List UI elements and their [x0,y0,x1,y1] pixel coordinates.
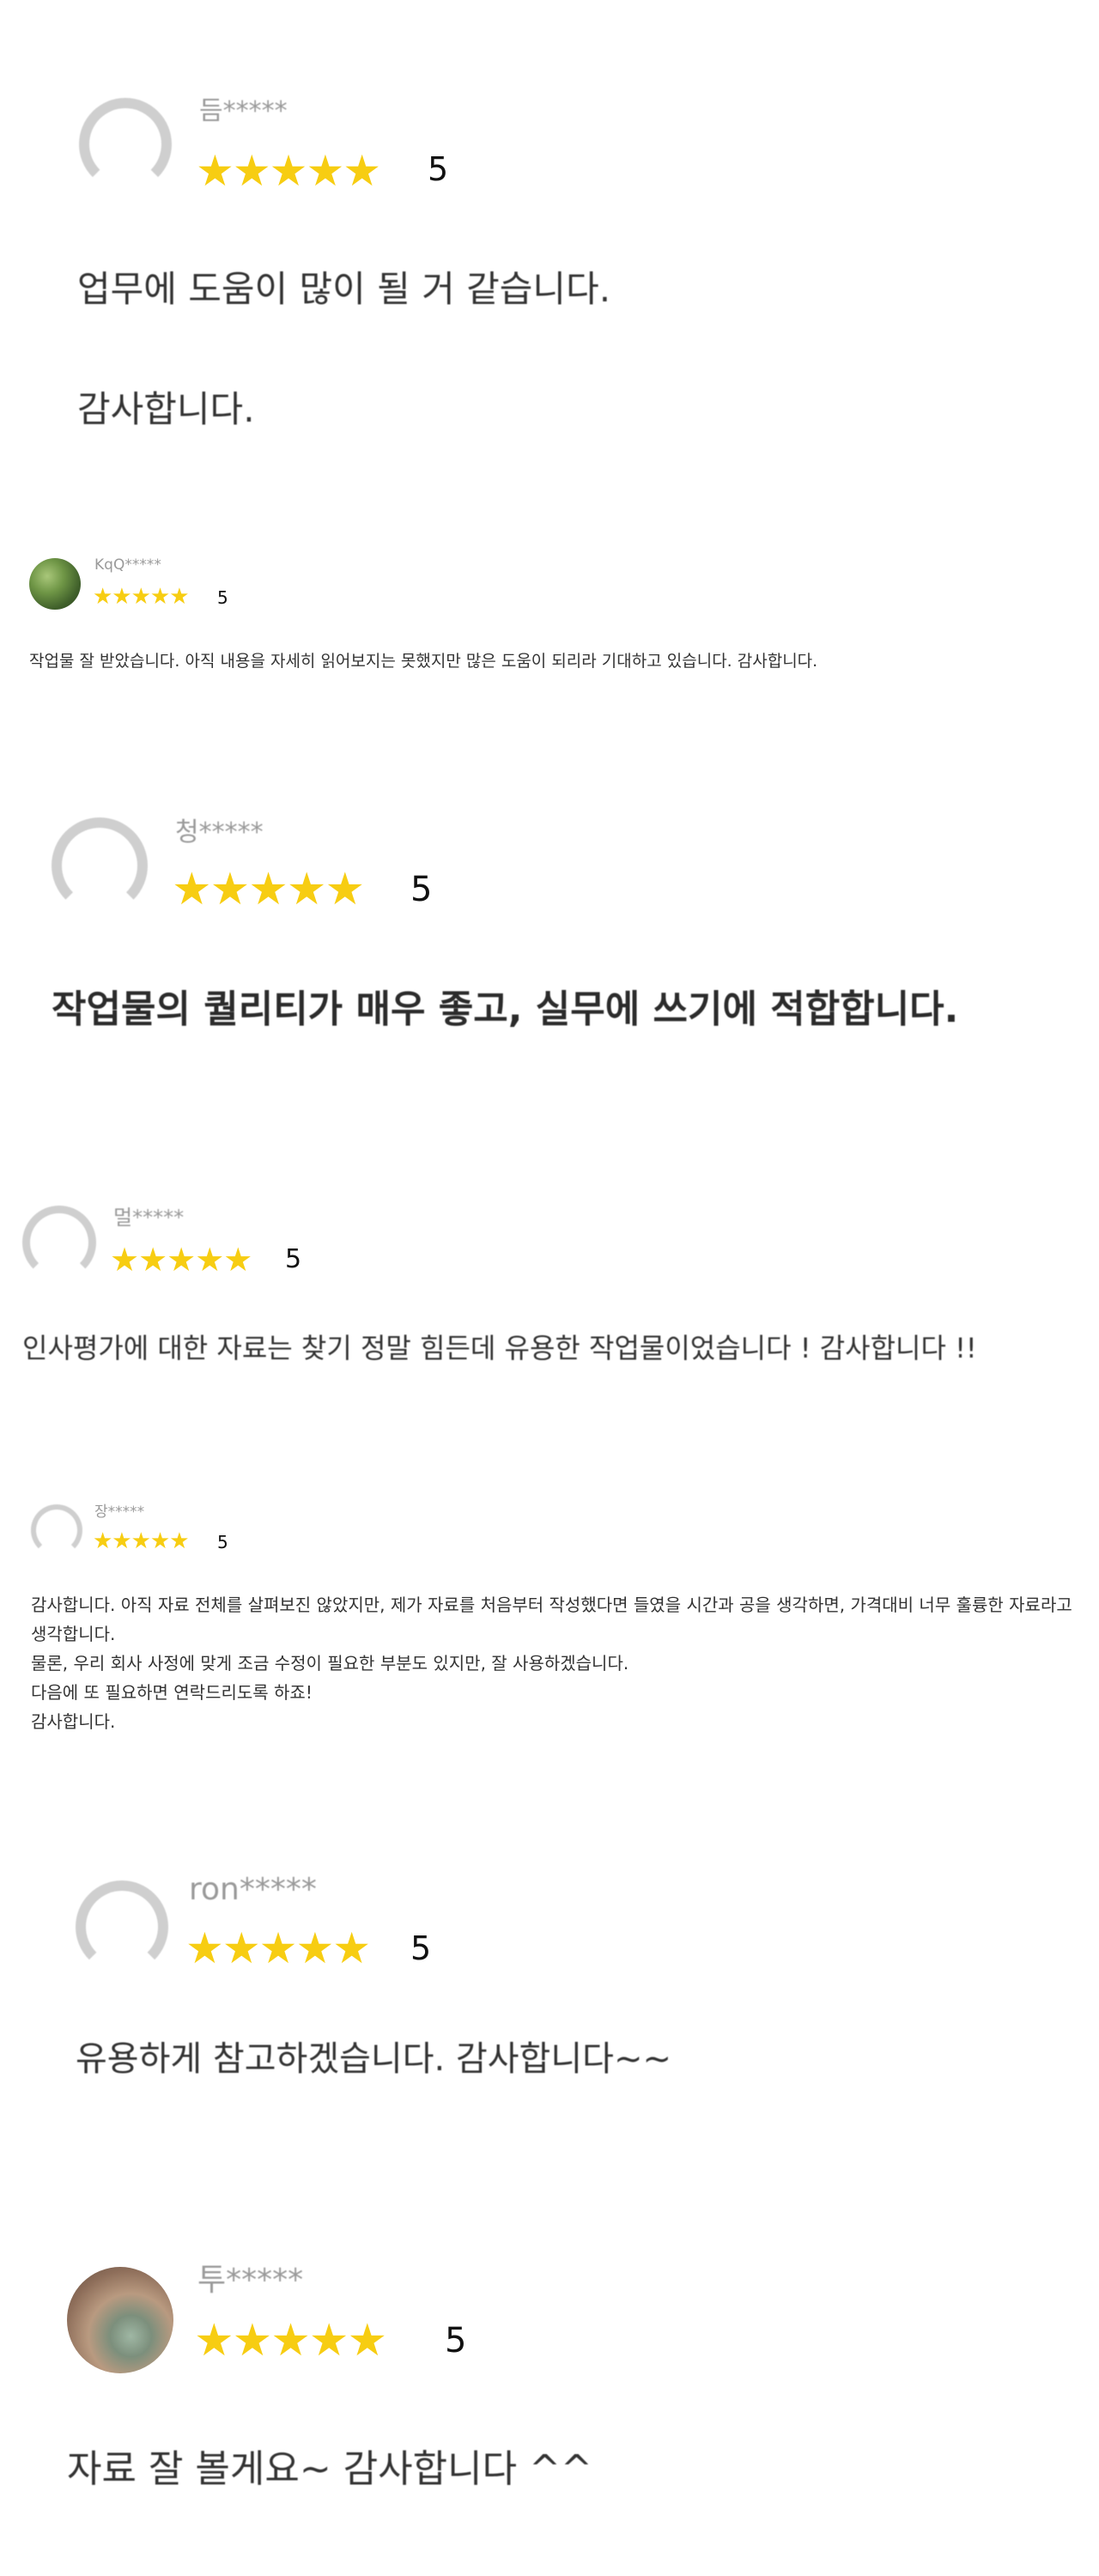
star-rating: ★★★★★ [196,146,381,196]
star-rating: ★★★★★ [194,2315,387,2366]
reviewer-name: 투***** [197,2263,304,2298]
rating-score: 5 [428,150,449,188]
star-rating: ★★★★★ [93,584,190,610]
rating-score: 5 [410,1929,432,1967]
review-text: 유용하게 참고하겠습니다. 감사합니다~~ [76,2039,671,2079]
star-rating: ★★★★★ [110,1241,252,1279]
reviewer-name: ron***** [189,1872,317,1907]
reviewer-name: 청***** [175,817,264,848]
rating-score: 5 [445,2321,467,2360]
star-rating: ★★★★★ [172,864,365,915]
avatar [22,1206,96,1279]
review-text: 인사평가에 대한 자료는 찾기 정말 힘든데 유용한 작업물이었습니다 ! 감사… [22,1332,977,1364]
avatar [79,98,172,191]
avatar [31,1504,82,1556]
rating-score: 5 [285,1244,302,1274]
review-text: 작업물의 퀄리티가 매우 좋고, 실무에 쓰기에 적합합니다. [52,987,959,1031]
reviewer-name: 멀***** [113,1206,185,1230]
star-rating: ★★★★★ [185,1923,371,1973]
rating-score: 5 [410,870,433,909]
avatar [67,2267,173,2373]
review-text: 업무에 도움이 많이 될 거 같습니다. 감사합니다. [77,268,611,430]
review-text: 작업물 잘 받았습니다. 아직 내용을 자세히 읽어보지는 못했지만 많은 도움… [29,652,818,671]
review-text: 자료 잘 볼게요~ 감사합니다 ^^ [67,2447,592,2491]
avatar [76,1880,168,1973]
avatar [52,817,148,914]
review-text: 감사합니다. 아직 자료 전체를 살펴보진 않았지만, 제가 자료를 처음부터 … [31,1595,1072,1732]
rating-score: 5 [217,1532,228,1552]
reviewer-name: 듬***** [199,96,288,126]
rating-score: 5 [217,587,228,608]
avatar [29,558,81,610]
reviewer-name: KqQ***** [94,556,161,574]
reviewer-name: 장***** [94,1504,145,1521]
star-rating: ★★★★★ [93,1528,190,1554]
